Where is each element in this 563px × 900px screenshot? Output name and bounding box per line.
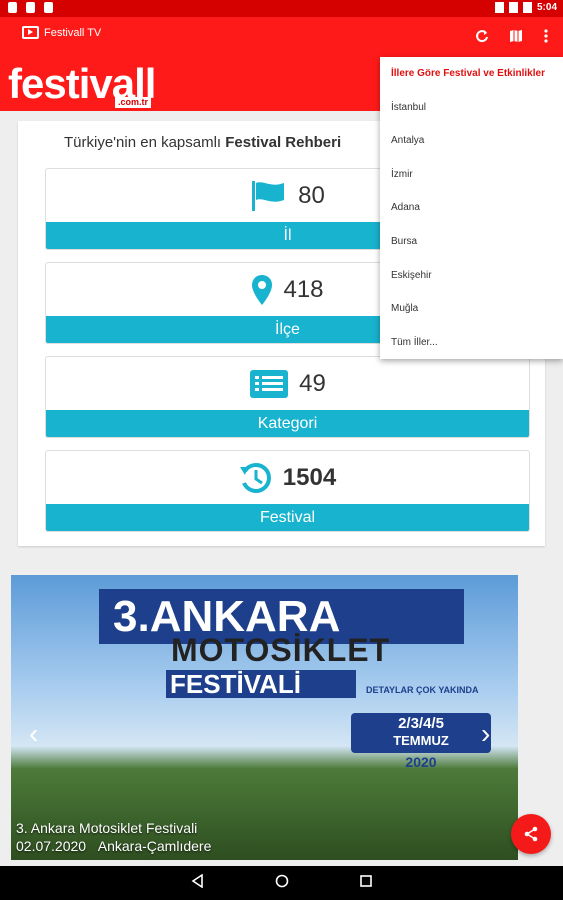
banner-detail: DETAYLAR ÇOK YAKINDA [366,685,479,695]
share-icon [524,826,538,842]
stat-value: 80 [298,182,325,209]
caption-location: Ankara-Çamlıdere [97,838,212,854]
home-icon[interactable] [275,874,289,893]
signal-icon [508,2,518,13]
tv-icon [22,26,39,39]
overflow-menu: İllere Göre Festival ve Etkinlikler İsta… [380,57,563,359]
slider-prev-icon[interactable]: ‹ [29,720,38,748]
banner-headline-3: FESTİVALİ [166,670,356,698]
stat-value: 49 [299,370,326,397]
battery-icon [522,2,532,13]
logo-domain: .com.tr [115,97,152,108]
app-title: Festivall TV [44,26,102,39]
stat-kategori[interactable]: 49 Kategori [45,356,530,438]
gallery-notification-icon [44,2,53,13]
caption-date: 02.07.2020 [16,838,87,854]
stat-label: Festival [46,504,529,531]
recents-icon[interactable] [359,874,373,893]
notification-icon [8,2,17,13]
menu-item-eskisehir[interactable]: Eskişehir [380,259,563,293]
tagline: Türkiye'nin en kapsamlı Festival Rehberi [64,134,342,151]
menu-item-antalya[interactable]: Antalya [380,124,563,158]
n-notification-icon [26,2,35,13]
wifi-icon [494,2,504,13]
menu-header: İllere Göre Festival ve Etkinlikler [391,68,545,79]
menu-item-adana[interactable]: Adana [380,191,563,225]
overflow-menu-icon[interactable] [543,29,549,47]
menu-item-istanbul[interactable]: İstanbul [380,91,563,125]
menu-item-mugla[interactable]: Muğla [380,292,563,326]
map-icon[interactable] [509,29,523,47]
menu-item-bursa[interactable]: Bursa [380,225,563,259]
share-button[interactable] [511,814,551,854]
location-pin-icon [251,274,273,306]
stat-festival[interactable]: 1504 Festival [45,450,530,532]
menu-item-all-cities[interactable]: Tüm İller... [380,326,563,360]
status-time: 5:04 [536,2,557,13]
featured-slider[interactable]: 3.ANKARA MOTOSİKLET FESTİVALİ DETAYLAR Ç… [11,575,518,860]
status-bar: 5:04 [0,0,563,17]
menu-item-izmir[interactable]: İzmir [380,158,563,192]
slider-next-icon[interactable]: › [481,720,490,748]
banner-headline-2: MOTOSİKLET [171,632,391,668]
flag-icon [250,180,288,212]
caption-title: 3. Ankara Motosiklet Festivali [16,820,198,836]
list-icon [249,369,289,399]
slider-caption: 3. Ankara Motosiklet Festivali 02.07.202… [16,819,211,855]
back-icon[interactable] [191,873,205,893]
history-icon [239,461,273,495]
banner-dates: 2/3/4/5 TEMMUZ 2020 [351,713,491,769]
stat-label: Kategori [46,410,529,437]
stat-value: 418 [283,276,324,303]
refresh-icon[interactable] [475,29,489,47]
app-title-button[interactable]: Festivall TV [22,26,101,39]
app-bar: Festivall TV [0,17,563,57]
stat-value: 1504 [282,464,337,491]
system-nav-bar [0,866,563,900]
